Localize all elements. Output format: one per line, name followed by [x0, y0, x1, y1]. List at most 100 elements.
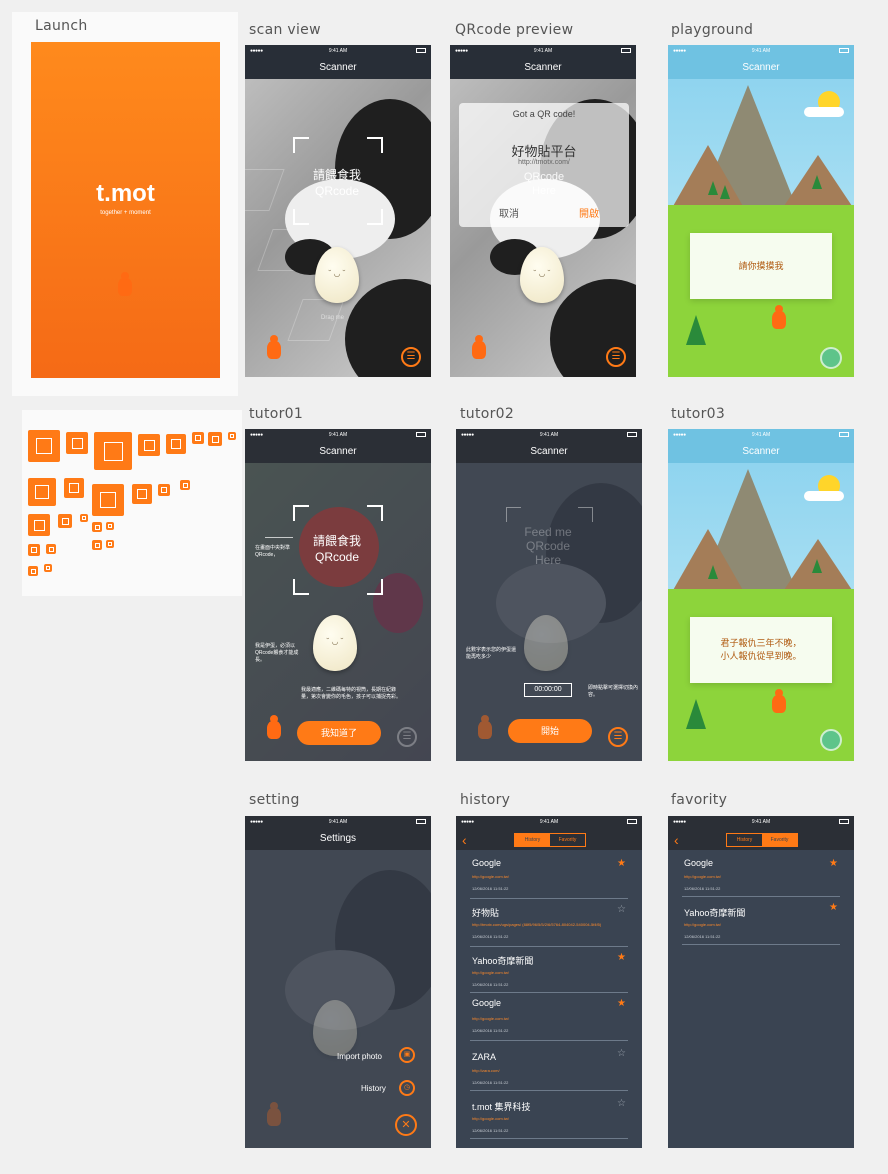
favority-item[interactable]: Yahoo奇摩新聞 http://google.com.tw/12/06/2016… [682, 898, 840, 945]
star-outline-icon[interactable]: ☆ [617, 904, 626, 915]
favority-item[interactable]: Google http://google.com.tw/12/06/2016 11… [682, 854, 840, 897]
star-icon[interactable]: ★ [829, 858, 838, 869]
history-item[interactable]: Google http://google.com.tw/12/06/2016 11… [470, 854, 628, 899]
history-item[interactable]: Yahoo奇摩新聞 http://google.com.tw/12/06/2016… [470, 948, 628, 993]
tree [812, 175, 822, 189]
history-item[interactable]: Google http://google.com.tw/12/06/2016 11… [470, 994, 628, 1041]
scan-prompt-line1: 請餵食我 [312, 168, 361, 182]
start-button[interactable]: 開始 [508, 719, 592, 743]
scan-prompt: 請餵食我 QRcode [293, 167, 381, 199]
scan-prompt: 請餵食我 QRcode [293, 533, 381, 565]
status-time: 9:41 AM [328, 432, 348, 438]
app-icon [208, 432, 222, 446]
qr-dialog-faint1: QRcode [523, 171, 565, 183]
history-item[interactable]: 好物貼 http://tmotx.com/ugs/pages/ (88f5/96/… [470, 900, 628, 947]
tutorial-overlay [456, 429, 642, 761]
tutor01-screen: ●●●●● 9:41 AM Scanner 請餵食我 QRcode 在畫面中央對準… [245, 429, 431, 761]
star-icon[interactable]: ★ [617, 858, 626, 869]
mascot-icon[interactable] [472, 335, 486, 359]
tree [708, 565, 718, 579]
status-time: 9:41 AM [539, 432, 559, 438]
scan-corner-tr [578, 507, 593, 522]
item-date: 12/06/2016 11:51:22 [472, 1128, 509, 1133]
label-favority: favority [671, 792, 728, 808]
menu-button[interactable]: ☰ [401, 347, 421, 367]
tab-history[interactable]: History [727, 834, 762, 846]
back-chevron-icon[interactable]: ‹ [674, 833, 679, 847]
clock-icon[interactable]: ◷ [399, 1080, 415, 1096]
image-icon[interactable]: ▣ [399, 1047, 415, 1063]
nav-title: Scanner [456, 441, 642, 463]
scan-view-screen: ●●●●● 9:41 AM Scanner 請餵食我 QRcode ˘ ◡ ˘ D… [245, 45, 431, 377]
launch-tagline: together + moment [100, 210, 151, 216]
item-date: 12/06/2016 11:51:22 [472, 1080, 509, 1085]
egg-button[interactable] [820, 729, 842, 751]
playground-screen: ●●●●● 9:41 AM Scanner 請你摸摸我 [668, 45, 854, 377]
import-photo-label[interactable]: Import photo [337, 1052, 382, 1061]
battery-icon [416, 48, 426, 53]
app-icon [64, 478, 84, 498]
tab-favority[interactable]: Favority [550, 834, 585, 846]
qr-open-button[interactable]: 開啟 [579, 205, 599, 220]
back-chevron-icon[interactable]: ‹ [462, 833, 467, 847]
speech-bubble: 君子報仇三年不晚， 小人報仇從早到晚。 [690, 617, 832, 683]
history-label[interactable]: History [361, 1084, 386, 1093]
label-scan-view: scan view [249, 22, 321, 38]
tutor-note-egg: 我是伊蛋，必須以QRcode餵食才能成長。 [255, 643, 299, 663]
feed-line1: Feed me [524, 525, 572, 539]
nav-title: Scanner [245, 441, 431, 463]
egg-button[interactable] [820, 347, 842, 369]
qr-dialog: Got a QR code! 好物貼平台 http://tmotx.com/ Q… [459, 103, 629, 227]
app-icon [132, 484, 152, 504]
app-icon [28, 430, 60, 462]
cloud [804, 107, 844, 117]
qr-preview-screen: ●●●●● 9:41 AM Scanner Got a QR code! 好物貼平… [450, 45, 636, 377]
mascot-icon[interactable] [267, 335, 281, 359]
nav-title: Scanner [668, 57, 854, 79]
mascot-icon [478, 715, 492, 739]
menu-button[interactable]: ☰ [608, 727, 628, 747]
history-tab-control: History Favority [514, 833, 586, 847]
nav-title: Scanner [668, 441, 854, 463]
menu-button[interactable]: ☰ [397, 727, 417, 747]
status-bar: ●●●●● 9:41 AM [668, 45, 854, 57]
history-item[interactable]: t.mot 集界科技 http://google.com.tw/12/06/201… [470, 1094, 628, 1139]
item-date: 12/06/2016 11:51:22 [472, 1028, 509, 1033]
callout-line [265, 537, 293, 538]
item-url: http://google.com.tw/ [472, 1116, 509, 1121]
star-outline-icon[interactable]: ☆ [617, 1098, 626, 1109]
qr-cancel-button[interactable]: 取消 [499, 205, 519, 220]
app-icon [28, 544, 40, 556]
drag-hint: Drag me [321, 315, 345, 321]
label-qr-preview: QRcode preview [455, 22, 574, 38]
app-icon [166, 434, 186, 454]
got-it-button[interactable]: 我知道了 [297, 721, 381, 745]
close-icon[interactable]: ✕ [395, 1114, 417, 1136]
app-icon [46, 544, 56, 554]
status-bar: ●●●●● 9:41 AM [668, 429, 854, 441]
mascot-icon[interactable] [772, 689, 786, 713]
mascot-icon [118, 272, 132, 296]
mascot-icon[interactable] [772, 305, 786, 329]
star-outline-icon[interactable]: ☆ [617, 1048, 626, 1059]
menu-button[interactable]: ☰ [606, 347, 626, 367]
star-icon[interactable]: ★ [829, 902, 838, 913]
tab-favority[interactable]: Favority [762, 834, 797, 846]
tab-history[interactable]: History [515, 834, 550, 846]
qr-dialog-faint2: Here [532, 185, 556, 197]
star-icon[interactable]: ★ [617, 952, 626, 963]
app-icon [44, 564, 52, 572]
item-title: Yahoo奇摩新聞 [472, 956, 534, 966]
camera-photo [245, 79, 431, 377]
star-icon[interactable]: ★ [617, 998, 626, 1009]
battery-icon [839, 819, 849, 824]
app-icon [106, 522, 114, 530]
battery-icon [839, 432, 849, 437]
item-url: http://tmotx.com/ugs/pages/ (88f5/96/5/5… [472, 922, 602, 927]
feed-prompt: Feed me QRcode Here [504, 525, 592, 567]
tree [812, 559, 822, 573]
item-date: 12/06/2016 11:51:22 [472, 886, 509, 891]
history-item[interactable]: ZARA http://zara.com/12/06/2016 11:51:22 ☆ [470, 1044, 628, 1091]
tree [720, 185, 730, 199]
item-title: Google [472, 858, 502, 868]
